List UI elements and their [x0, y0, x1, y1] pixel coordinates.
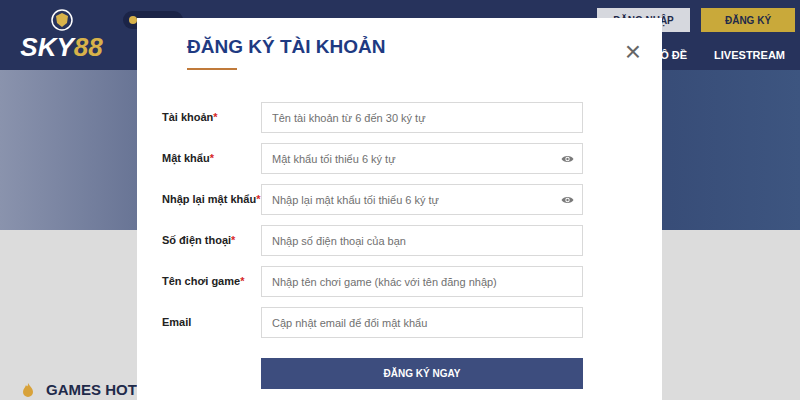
logo[interactable]: SKY88: [0, 0, 123, 70]
input-box: [261, 143, 583, 174]
field-label: Nhập lại mật khẩu*: [162, 191, 261, 208]
form-row: Nhập lại mật khẩu*: [162, 184, 662, 215]
required-mark: *: [231, 234, 235, 246]
text-input[interactable]: [262, 144, 582, 173]
text-input[interactable]: [262, 226, 582, 255]
form-row: Số điện thoại*: [162, 225, 662, 256]
field-label: Tài khoản*: [162, 109, 261, 126]
text-input[interactable]: [262, 308, 582, 337]
required-mark: *: [240, 275, 244, 287]
eye-icon[interactable]: [561, 195, 574, 205]
section-title: GAMES HOT: [46, 381, 137, 399]
required-mark: *: [256, 193, 260, 205]
shield-icon: [51, 9, 73, 31]
label-text: Số điện thoại: [162, 234, 231, 246]
label-text: Mật khẩu: [162, 152, 210, 164]
input-box: [261, 225, 583, 256]
required-mark: *: [210, 152, 214, 164]
text-input[interactable]: [262, 103, 582, 132]
eye-icon[interactable]: [561, 154, 574, 164]
modal-title: ĐĂNG KÝ TÀI KHOẢN: [187, 34, 662, 60]
logo-text: SKY88: [20, 33, 102, 61]
title-underline: [187, 68, 237, 70]
register-form: Tài khoản*Mật khẩu*Nhập lại mật khẩu*Số …: [162, 102, 662, 389]
fire-icon: [20, 382, 36, 398]
logo-main: SKY: [20, 33, 73, 61]
input-box: [261, 102, 583, 133]
register-button[interactable]: ĐĂNG KÝ: [701, 8, 795, 32]
label-text: Tài khoản: [162, 111, 213, 123]
field-label: Mật khẩu*: [162, 150, 261, 167]
field-label: Số điện thoại*: [162, 232, 261, 249]
input-box: [261, 307, 583, 338]
form-row: Email: [162, 307, 662, 338]
input-box: [261, 184, 583, 215]
form-row: Tên chơi game*: [162, 266, 662, 297]
text-input[interactable]: [262, 185, 582, 214]
field-label: Tên chơi game*: [162, 273, 261, 290]
submit-button[interactable]: ĐĂNG KÝ NGAY: [261, 358, 583, 389]
close-button[interactable]: ×: [625, 38, 641, 66]
label-text: Tên chơi game: [162, 275, 240, 287]
input-box: [261, 266, 583, 297]
section-header: GAMES HOT: [20, 381, 137, 400]
field-label: Email: [162, 314, 261, 331]
logo-number: 88: [74, 33, 103, 61]
text-input[interactable]: [262, 267, 582, 296]
submit-row: ĐĂNG KÝ NGAY: [162, 358, 662, 389]
nav-item[interactable]: LIVESTREAM: [714, 47, 785, 64]
label-text: Nhập lại mật khẩu: [162, 193, 256, 205]
coin-icon: [129, 16, 137, 24]
register-modal: ĐĂNG KÝ TÀI KHOẢN×Tài khoản*Mật khẩu*Nhậ…: [137, 18, 662, 400]
form-row: Mật khẩu*: [162, 143, 662, 174]
label-text: Email: [162, 316, 191, 328]
form-row: Tài khoản*: [162, 102, 662, 133]
required-mark: *: [213, 111, 217, 123]
nav-item[interactable]: Ô ĐỀ: [660, 47, 687, 64]
spacer: [162, 358, 261, 389]
